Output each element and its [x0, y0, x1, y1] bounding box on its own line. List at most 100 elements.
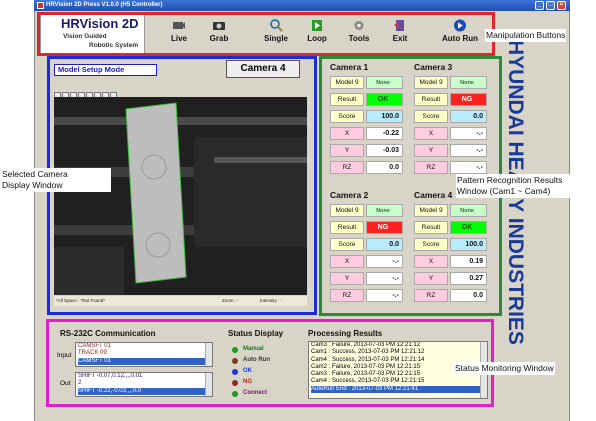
loop-icon — [312, 20, 322, 31]
live-button[interactable]: Live — [160, 18, 198, 52]
camera-image-view[interactable] — [54, 97, 307, 295]
camera-x-value: -.- — [366, 255, 403, 268]
loop-button[interactable]: Loop — [298, 18, 336, 52]
camera-score-value: 100.0 — [366, 110, 403, 123]
logo-line1: Vision Guided — [63, 33, 107, 40]
minimize-icon[interactable]: _ — [535, 1, 544, 10]
application-window: HRVision 2D Press V1.0.0 (H5 Controller)… — [0, 0, 596, 421]
grab-button[interactable]: Grab — [200, 18, 238, 52]
mode-indicator: Model Setup Mode — [54, 64, 157, 76]
camera-rz-value: -.- — [450, 161, 487, 174]
grab-label: Grab — [209, 34, 229, 43]
camera-y-value: -.- — [450, 144, 487, 157]
logo-line2: Robotic System — [89, 42, 139, 49]
camera-panel-title: Camera 4 — [414, 190, 453, 200]
camera-y-value: -.- — [366, 272, 403, 285]
loop-label: Loop — [307, 34, 327, 43]
processing-line: Cam3 : Failure, 2013-07-03 PM 12:21:12 — [311, 342, 421, 348]
grab-camera-icon — [213, 22, 225, 30]
output-line: SHIFT -0.07,0.12,,,,0.01 — [78, 373, 143, 379]
status-led-icon — [232, 347, 238, 353]
camera-result-value: OK — [366, 93, 403, 106]
camera-model-value: None — [450, 204, 487, 217]
camera-x-label: X — [414, 127, 448, 140]
rs232-title: RS-232C Communication — [60, 329, 156, 338]
camera-y-value: -0.03 — [366, 144, 403, 157]
camera-score-value: 0.0 — [366, 238, 403, 251]
brand-logo: HYUNDAI HEAVY INDUSTRIES — [504, 40, 527, 345]
status-label: Connect — [243, 390, 267, 396]
camera-rz-value: 0.0 — [366, 161, 403, 174]
camera-scene-image — [54, 97, 307, 295]
selected-camera-button[interactable]: Camera 4 — [226, 60, 300, 78]
manipulation-annotation: Manipulation Buttons — [485, 29, 567, 42]
camera-result-label: Result — [330, 221, 364, 234]
status-led-icon — [232, 369, 238, 375]
status-intensity: Intensity : - — [260, 298, 283, 303]
pattern-results-annotation: Pattern Recognition Results Window (Cam1… — [456, 174, 591, 198]
maximize-icon[interactable]: □ — [546, 1, 555, 10]
camera-result-value: OK — [450, 221, 487, 234]
camera-model-value: None — [366, 76, 403, 89]
camera-model-label[interactable]: Model 9 — [414, 204, 448, 217]
camera-rz-label: RZ — [414, 161, 448, 174]
input-line-selected: CAMSFT 01 — [78, 357, 212, 365]
camera-rz-value: -.- — [366, 289, 403, 302]
output-list[interactable]: SHIFT -0.07,0.12,,,,0.01 2 SHIFT -0.22,-… — [75, 372, 213, 397]
status-label: Auto Run — [243, 357, 270, 363]
close-icon[interactable]: × — [557, 1, 566, 10]
camera-result-value: NG — [366, 221, 403, 234]
camera-rz-value: 0.0 — [450, 289, 487, 302]
camera-y-label: Y — [330, 272, 364, 285]
camera-rz-label: RZ — [330, 289, 364, 302]
camera-model-label[interactable]: Model 9 — [414, 76, 448, 89]
output-list-scrollbar[interactable] — [205, 373, 212, 396]
single-button[interactable]: Single — [257, 18, 295, 52]
input-label: Input — [57, 352, 72, 359]
camera-result-value: NG — [450, 93, 487, 106]
input-line: CAMSFT 01 — [78, 343, 111, 349]
logo-title: HRVision 2D — [61, 16, 139, 31]
view-toolbar — [54, 86, 144, 99]
camera-x-label: X — [330, 255, 364, 268]
camera-x-label: X — [330, 127, 364, 140]
product-logo: HRVision 2D Vision Guided Robotic System — [40, 13, 145, 54]
exit-button[interactable]: Exit — [381, 18, 419, 52]
input-line: TRACK 09 — [78, 350, 107, 357]
camera-x-value: -0.22 — [366, 127, 403, 140]
camera-y-value: 0.27 — [450, 272, 487, 285]
camera-model-label[interactable]: Model 9 — [330, 76, 364, 89]
exit-door-icon — [394, 20, 404, 31]
play-icon — [454, 19, 466, 32]
autorun-button[interactable]: Auto Run — [438, 18, 482, 52]
input-list[interactable]: CAMSFT 01 TRACK 09 CAMSFT 01 — [75, 342, 213, 367]
status-space: *All Space : *Not Found* — [56, 298, 106, 303]
processing-line-selected: AutoRun End : 2013-07-03 PM 12:21:41 — [311, 385, 487, 394]
camera-model-value: None — [366, 204, 403, 217]
tools-button[interactable]: Tools — [340, 18, 378, 52]
camera-x-label: X — [414, 255, 448, 268]
status-label: Manual — [243, 346, 264, 352]
camera-model-value: None — [450, 76, 487, 89]
magnifier-icon — [270, 19, 283, 32]
out-label: Out — [60, 380, 71, 387]
status-monitor-annotation: Status Monitoring Window — [454, 362, 555, 375]
processing-title: Processing Results — [308, 329, 383, 338]
processing-line: Cam1 : Success, 2013-07-03 PM 12:21:12 — [311, 349, 425, 356]
camera-panel-title: Camera 2 — [330, 190, 369, 200]
processing-line: Cam4 : Success, 2013-07-03 PM 12:21:15 — [311, 378, 425, 385]
camera-result-label: Result — [414, 221, 448, 234]
camera-model-label[interactable]: Model 9 — [330, 204, 364, 217]
gear-icon — [354, 21, 364, 30]
input-list-scrollbar[interactable] — [205, 343, 212, 366]
camera-panel-title: Camera 1 — [330, 62, 369, 72]
tools-label: Tools — [348, 34, 370, 43]
camera-score-label: Score — [330, 238, 364, 251]
status-display-title: Status Display — [228, 329, 284, 338]
camera-score-value: 100.0 — [450, 238, 487, 251]
camera-score-label: Score — [414, 110, 448, 123]
camera-y-label: Y — [414, 272, 448, 285]
status-led-icon — [232, 358, 238, 364]
status-zoom: Zoom : - — [222, 298, 239, 303]
camera-x-value: -.- — [450, 127, 487, 140]
